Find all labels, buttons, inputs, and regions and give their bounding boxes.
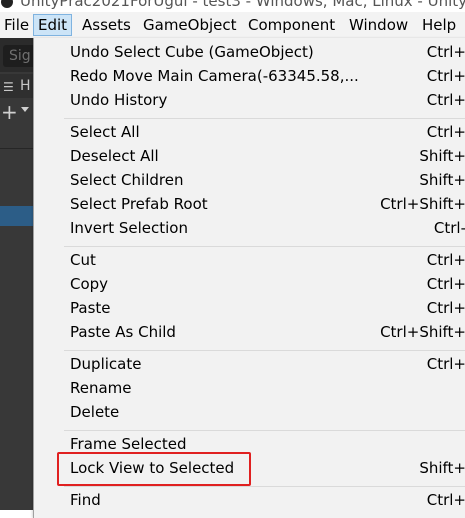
chevron-down-icon[interactable]	[21, 107, 29, 112]
edit-dropdown-menu: Undo Select Cube (GameObject) Ctrl+ Redo…	[33, 38, 465, 518]
menu-item-delete[interactable]: Delete	[34, 400, 465, 424]
menu-separator	[64, 350, 465, 351]
window-title-bar: UnityPrac2021ForUgui - test3 - Windows, …	[0, 0, 465, 12]
menu-item-find[interactable]: Find Ctrl+	[34, 488, 465, 512]
highlight-annotation-box	[57, 452, 251, 486]
menu-file[interactable]: File	[0, 15, 33, 35]
menu-item-copy[interactable]: Copy Ctrl+	[34, 272, 465, 296]
menu-item-select-all[interactable]: Select All Ctrl+	[34, 120, 465, 144]
menu-separator	[64, 246, 465, 247]
editor-toolbar: Sig	[0, 38, 49, 72]
menu-bar: File Edit Assets GameObject Component Wi…	[0, 12, 465, 39]
unity-logo-icon	[1, 0, 13, 8]
menu-gameobject[interactable]: GameObject	[139, 15, 241, 35]
menu-item-select-children[interactable]: Select Children Shift+	[34, 168, 465, 192]
menu-window[interactable]: Window	[345, 15, 412, 35]
hierarchy-icon: ☰	[3, 80, 14, 94]
menu-item-invert-selection[interactable]: Invert Selection Ctrl-	[34, 216, 465, 240]
menu-edit[interactable]: Edit	[33, 14, 73, 36]
editor-left-panel: Sig ☰ H +	[0, 38, 49, 510]
menu-separator	[64, 430, 465, 431]
window-title: UnityPrac2021ForUgui - test3 - Windows, …	[20, 0, 465, 10]
add-icon[interactable]: +	[1, 102, 18, 122]
menu-item-duplicate[interactable]: Duplicate Ctrl+	[34, 352, 465, 376]
hierarchy-tab-label: H	[20, 78, 31, 94]
menu-assets[interactable]: Assets	[78, 15, 135, 35]
hierarchy-selected-row[interactable]	[0, 206, 36, 226]
menu-item-undo-history[interactable]: Undo History Ctrl+	[34, 88, 465, 112]
menu-separator	[64, 486, 465, 487]
divider	[0, 148, 36, 149]
menu-component[interactable]: Component	[244, 15, 339, 35]
menu-item-paste-as-child[interactable]: Paste As Child Ctrl+Shift+	[34, 320, 465, 344]
menu-item-cut[interactable]: Cut Ctrl+	[34, 248, 465, 272]
menu-item-redo[interactable]: Redo Move Main Camera(-63345.58,... Ctrl…	[34, 64, 465, 88]
menu-separator	[64, 118, 465, 119]
menu-help[interactable]: Help	[418, 15, 460, 35]
menu-item-paste[interactable]: Paste Ctrl+	[34, 296, 465, 320]
menu-item-undo[interactable]: Undo Select Cube (GameObject) Ctrl+	[34, 40, 465, 64]
menu-item-select-prefab-root[interactable]: Select Prefab Root Ctrl+Shift+	[34, 192, 465, 216]
menu-item-rename[interactable]: Rename	[34, 376, 465, 400]
menu-item-deselect-all[interactable]: Deselect All Shift+	[34, 144, 465, 168]
